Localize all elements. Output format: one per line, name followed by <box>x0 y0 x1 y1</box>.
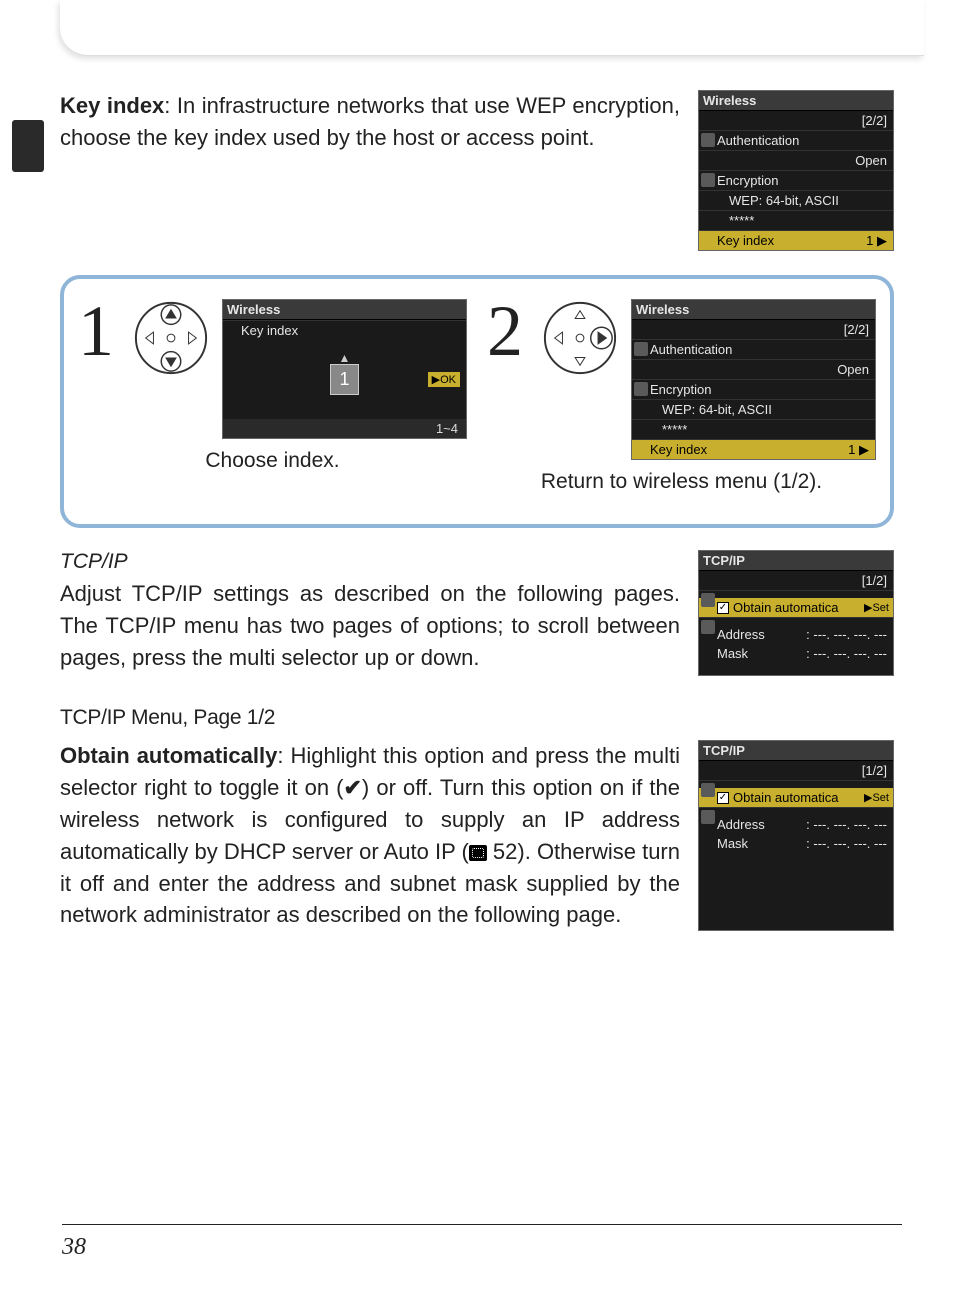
step2-enc-label: Encryption <box>632 379 875 399</box>
page-ref-icon <box>469 845 487 861</box>
tcpip-set-label: ▶Set <box>864 601 889 614</box>
key-index-section: Key index: In infrastructure networks th… <box>60 90 894 251</box>
obtain-lcd-page: [1/2] <box>699 761 893 780</box>
lcd-page-indicator: [2/2] <box>699 111 893 130</box>
arrow-right-icon: ▶ <box>877 233 887 248</box>
tcpip-section: TCP/IP Adjust TCP/IP settings as describ… <box>60 550 894 676</box>
spacer <box>699 663 893 675</box>
step1-lcd-subtitle: Key index <box>223 320 466 340</box>
side-tab <box>12 120 44 172</box>
step2-auth-label: Authentication <box>632 339 875 359</box>
obtain-mask-row: Mask: ---. ---. ---. --- <box>699 834 893 853</box>
step2-auth-value: Open <box>632 359 875 379</box>
spacer <box>699 853 893 865</box>
tcpip-lcd-title: TCP/IP <box>699 551 893 571</box>
lcd-keyindex-row: Key index 1 ▶ <box>699 230 893 250</box>
lcd-keyindex-value: 1 <box>866 233 873 248</box>
step2-lcd-page: [2/2] <box>632 320 875 339</box>
obtain-page-ref: 52 <box>487 839 518 864</box>
step-1-lcd: Wireless Key index ▲ 1 ▶OK 1~4 <box>222 299 467 439</box>
spacer <box>699 780 893 788</box>
obtain-lcd: TCP/IP [1/2] ✓ Obtain automatica ▶Set Ad… <box>698 740 894 931</box>
header-curve <box>60 0 924 56</box>
spacer <box>699 617 893 625</box>
obtain-lcd-title: TCP/IP <box>699 741 893 761</box>
tcpip-lcd-page: [1/2] <box>699 571 893 590</box>
obtain-address-row: Address: ---. ---. ---. --- <box>699 815 893 834</box>
dpad-right-icon <box>541 299 619 377</box>
camera-icon <box>701 593 715 607</box>
step-2: 2 Wireless [2/2] Authentication <box>487 299 876 494</box>
lcd-auth-label: Authentication <box>717 133 799 148</box>
arrow-right-icon: ▶ <box>859 442 869 457</box>
step2-ki-row: Key index 1 ▶ <box>632 439 875 459</box>
wrench-icon <box>701 173 715 187</box>
dpad-up-down-icon <box>132 299 210 377</box>
tcpip-obtain-label: Obtain automatica <box>733 600 839 615</box>
tcpip-obtain-row: ✓ Obtain automatica ▶Set <box>699 598 893 617</box>
step2-enc-key: ***** <box>632 419 875 439</box>
step2-enc-value: WEP: 64-bit, ASCII <box>632 399 875 419</box>
obtain-lcd-set: ▶Set <box>864 791 889 804</box>
step-1-number: 1 <box>78 299 118 364</box>
obtain-lcd-label: Obtain automatica <box>733 790 839 805</box>
step2-lcd-title: Wireless <box>632 300 875 320</box>
step1-lcd-value: ▲ 1 <box>330 364 358 395</box>
tcpip-lcd: TCP/IP [1/2] ✓ Obtain automatica ▶Set Ad… <box>698 550 894 676</box>
obtain-lcd-row: ✓ Obtain automatica ▶Set <box>699 788 893 807</box>
step-2-number: 2 <box>487 299 527 364</box>
camera-icon <box>701 133 715 147</box>
wrench-icon <box>701 810 715 824</box>
lcd-enc-value: WEP: 64-bit, ASCII <box>699 190 893 210</box>
step1-ok-badge: ▶OK <box>428 372 460 387</box>
tcpip-page-heading: TCP/IP Menu, Page 1/2 <box>60 706 894 730</box>
step-2-caption: Return to wireless menu (1/2). <box>541 470 822 494</box>
camera-icon <box>634 342 648 356</box>
tcpip-body: Adjust TCP/IP settings as described on t… <box>60 578 680 674</box>
obtain-auto-paragraph: Obtain automatically: Highlight this opt… <box>60 740 680 931</box>
checkbox-checked-icon: ✓ <box>717 792 729 804</box>
key-index-label: Key index <box>60 93 164 118</box>
spacer <box>699 590 893 598</box>
arrow-up-icon: ▲ <box>339 351 351 365</box>
step-1-caption: Choose index. <box>205 449 339 473</box>
camera-icon <box>701 783 715 797</box>
obtain-auto-label: Obtain automatically <box>60 743 277 768</box>
step1-range: 1~4 <box>223 419 466 438</box>
step-1: 1 Wireless Key index <box>78 299 467 494</box>
page-number: 38 <box>62 1234 86 1261</box>
checkbox-checked-icon: ✓ <box>717 602 729 614</box>
lcd-title: Wireless <box>699 91 893 111</box>
steps-box: 1 Wireless Key index <box>60 275 894 528</box>
check-icon: ✔ <box>343 775 361 800</box>
step-2-lcd: Wireless [2/2] Authentication Open Encry… <box>631 299 876 460</box>
obtain-auto-section: Obtain automatically: Highlight this opt… <box>60 740 894 931</box>
step1-lcd-title: Wireless <box>223 300 466 320</box>
lcd-enc-row: Encryption <box>699 170 893 190</box>
key-index-paragraph: Key index: In infrastructure networks th… <box>60 90 680 154</box>
wrench-icon <box>701 620 715 634</box>
lcd-auth-value: Open <box>699 150 893 170</box>
lcd-enc-key: ***** <box>699 210 893 230</box>
spacer <box>699 807 893 815</box>
step1-lcd-value-area: ▲ 1 ▶OK <box>223 340 466 419</box>
step2-ki-label: Key index <box>650 442 707 457</box>
tcpip-heading: TCP/IP <box>60 550 680 574</box>
tcpip-mask-row: Mask: ---. ---. ---. --- <box>699 644 893 663</box>
lcd-keyindex-label: Key index <box>717 233 774 248</box>
key-index-lcd: Wireless [2/2] Authentication Open Encry… <box>698 90 894 251</box>
lcd-auth-row: Authentication <box>699 130 893 150</box>
step1-value-text: 1 <box>339 369 349 389</box>
lcd-enc-label: Encryption <box>717 173 778 188</box>
tcpip-address-row: Address: ---. ---. ---. --- <box>699 625 893 644</box>
page-footer: 38 <box>62 1224 902 1264</box>
wrench-icon <box>634 382 648 396</box>
step2-ki-value: 1 <box>848 442 855 457</box>
